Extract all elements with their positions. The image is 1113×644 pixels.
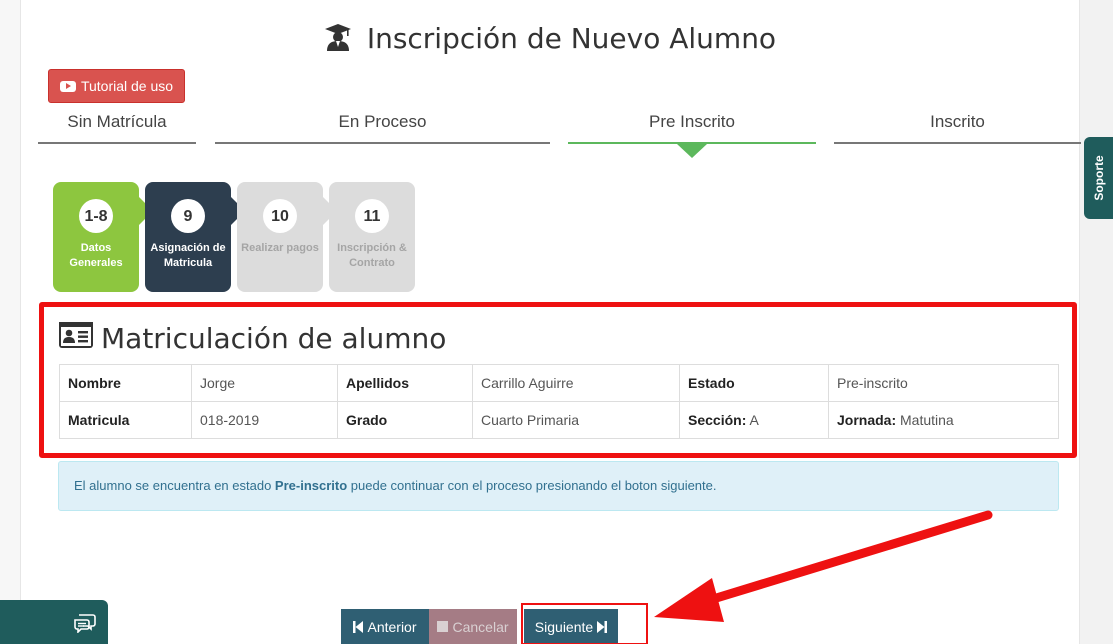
- step-number: 1-8: [79, 199, 113, 233]
- stage-pre-inscrito: Pre Inscrito: [568, 108, 816, 158]
- previous-button-label: Anterior: [367, 618, 417, 635]
- chat-widget[interactable]: [0, 600, 108, 644]
- label-grado: Grado: [337, 401, 473, 439]
- stage-en-proceso: En Proceso: [215, 108, 550, 144]
- step-number: 11: [355, 199, 389, 233]
- value-matricula: 018-2019: [191, 401, 338, 439]
- stage-inscrito: Inscrito: [834, 108, 1081, 144]
- cell-jornada: Jornada: Matutina: [828, 401, 1059, 439]
- stage-sin-matricula: Sin Matrícula: [38, 108, 196, 144]
- label-jornada: Jornada:: [837, 412, 897, 428]
- alert-prefix: El alumno se encuentra en estado: [74, 478, 275, 493]
- graduate-icon: [324, 23, 352, 58]
- student-enrollment-card: Matriculación de alumno Nombre Jorge Ape…: [39, 302, 1077, 458]
- chat-icon: [74, 613, 96, 638]
- table-row: Nombre Jorge Apellidos Carrillo Aguirre …: [59, 364, 1059, 402]
- stop-icon: [437, 621, 449, 632]
- value-jornada: Matutina: [900, 412, 954, 428]
- label-nombre: Nombre: [59, 364, 192, 402]
- cancel-button-label: Cancelar: [452, 618, 509, 635]
- label-apellidos: Apellidos: [337, 364, 473, 402]
- label-seccion: Sección:: [688, 412, 747, 428]
- tutorial-button-label: Tutorial de uso: [80, 78, 174, 94]
- label-estado: Estado: [679, 364, 829, 402]
- value-seccion: A: [749, 412, 759, 428]
- stage-label: Sin Matrícula: [67, 112, 167, 131]
- step-label: Realizar pagos: [241, 242, 319, 254]
- step-asignacion-matricula[interactable]: 9 Asignación de Matricula: [145, 182, 231, 292]
- step-number: 9: [171, 199, 205, 233]
- status-alert: El alumno se encuentra en estado Pre-ins…: [58, 461, 1059, 511]
- left-margin: [0, 0, 20, 644]
- step-realizar-pagos[interactable]: 10 Realizar pagos: [237, 182, 323, 292]
- page-container: Inscripción de Nuevo Alumno Tutorial de …: [20, 0, 1081, 644]
- cancel-button[interactable]: Cancelar: [429, 609, 517, 644]
- step-datos-generales[interactable]: 1-8 Datos Generales: [53, 182, 139, 292]
- label-matricula: Matricula: [59, 401, 192, 439]
- step-inscripcion-contrato[interactable]: 11 Inscripción & Contrato: [329, 182, 415, 292]
- page-title-text: Inscripción de Nuevo Alumno: [366, 22, 777, 55]
- step-label: Inscripción & Contrato: [337, 242, 407, 269]
- student-info-table: Nombre Jorge Apellidos Carrillo Aguirre …: [59, 364, 1059, 439]
- skip-back-icon: [353, 620, 364, 633]
- support-tab-label: Soporte: [1091, 155, 1106, 201]
- value-apellidos: Carrillo Aguirre: [472, 364, 680, 402]
- table-row: Matricula 018-2019 Grado Cuarto Primaria…: [59, 401, 1059, 439]
- youtube-icon: [59, 80, 76, 92]
- stage-label: En Proceso: [338, 112, 427, 131]
- support-tab[interactable]: Soporte: [1084, 137, 1113, 219]
- tutorial-button[interactable]: Tutorial de uso: [48, 69, 185, 103]
- stage-label: Inscrito: [930, 112, 985, 131]
- value-estado: Pre-inscrito: [828, 364, 1059, 402]
- alert-suffix: puede continuar con el proceso presionan…: [347, 478, 717, 493]
- id-card-icon: [59, 322, 93, 355]
- step-number: 10: [263, 199, 297, 233]
- card-title: Matriculación de alumno: [59, 322, 446, 355]
- step-label: Asignación de Matricula: [150, 242, 226, 269]
- card-title-text: Matriculación de alumno: [101, 322, 447, 355]
- step-label: Datos Generales: [69, 242, 123, 269]
- stage-label: Pre Inscrito: [649, 112, 735, 131]
- cell-seccion: Sección: A: [679, 401, 829, 439]
- value-nombre: Jorge: [191, 364, 338, 402]
- page-title: Inscripción de Nuevo Alumno: [21, 22, 1079, 58]
- alert-status: Pre-inscrito: [274, 478, 348, 493]
- value-grado: Cuarto Primaria: [472, 401, 680, 439]
- next-button-highlight: [521, 603, 648, 644]
- previous-button[interactable]: Anterior: [341, 609, 429, 644]
